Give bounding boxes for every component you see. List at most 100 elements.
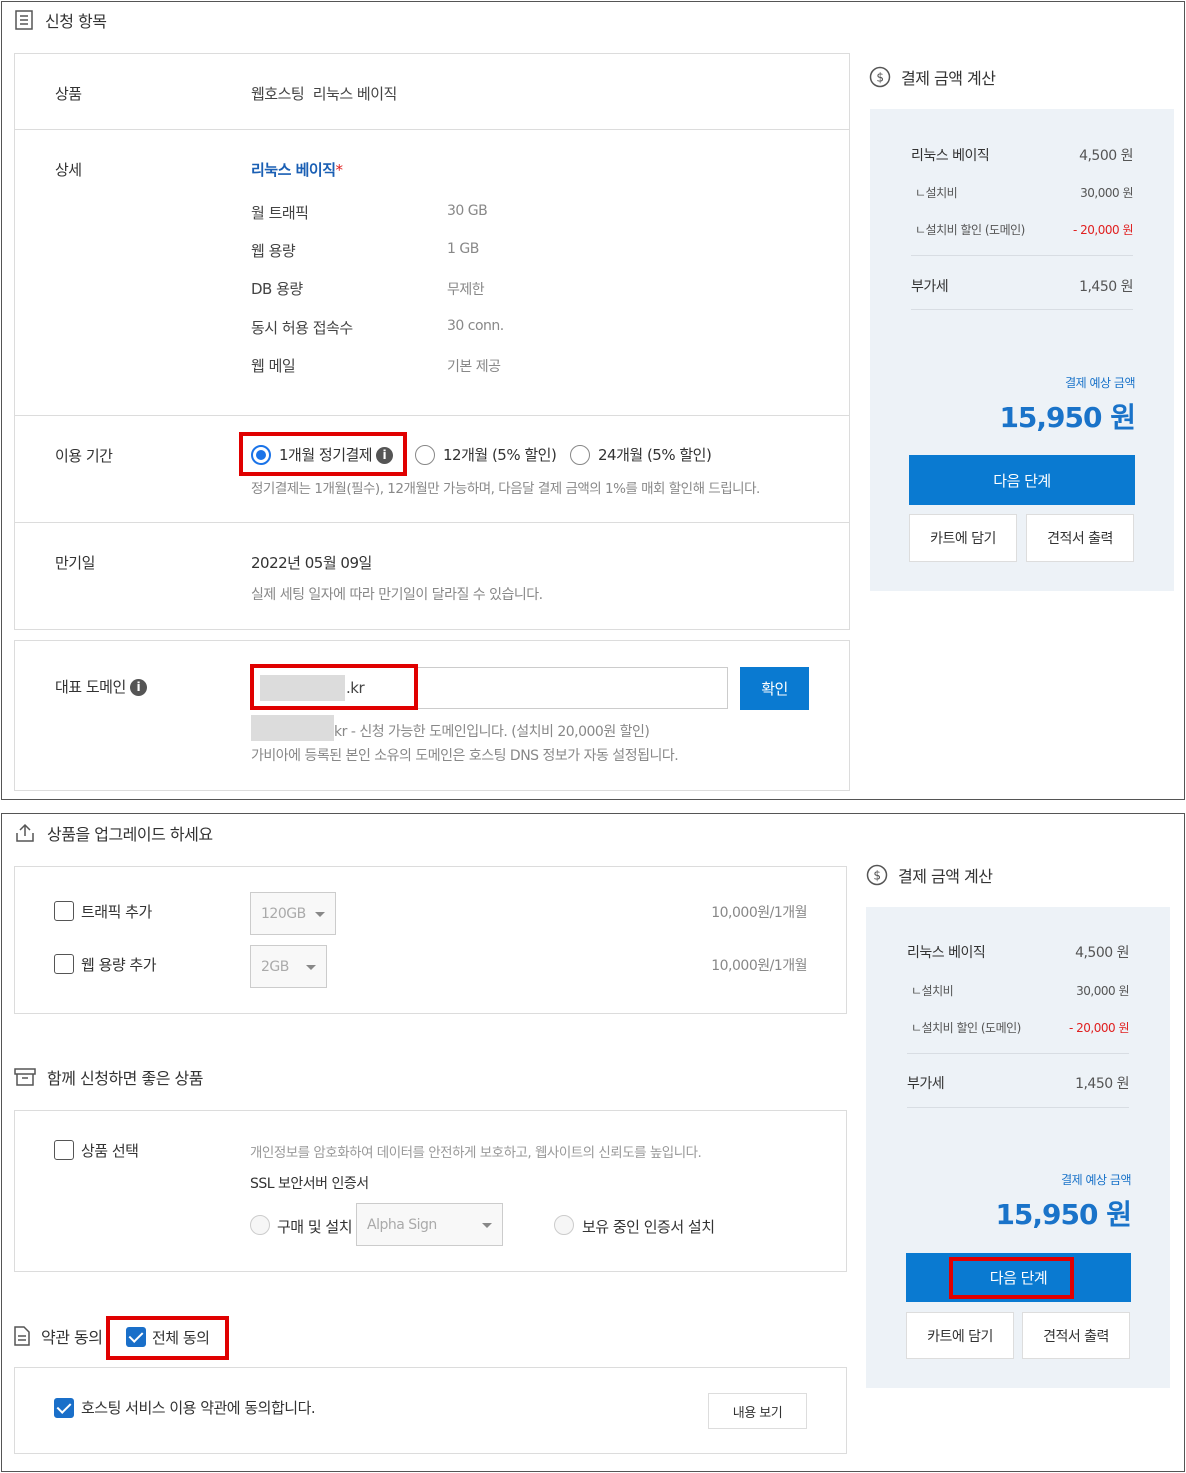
hosting-terms-label[interactable]: 호스팅 서비스 이용 약관에 동의합니다. — [81, 1397, 316, 1418]
ssl-buy-radio[interactable] — [250, 1215, 270, 1235]
ssl-title: SSL 보안서버 인증서 — [250, 1176, 369, 1192]
spec-key: DB 용량 — [251, 280, 303, 298]
spec-value: 30 conn. — [447, 318, 504, 334]
section-title: 신청 항목 — [45, 12, 107, 31]
web-capacity-price: 10,000원/1개월 — [711, 958, 807, 974]
next-step-button[interactable]: 다음 단계 — [909, 455, 1135, 505]
ssl-own-radio[interactable] — [554, 1215, 574, 1235]
web-capacity-select-value: 2GB — [261, 958, 289, 975]
calc-discount-label: ㄴ설치비 할인 (도메인) — [915, 223, 1025, 237]
archive-box-icon — [14, 1068, 36, 1086]
period-12month-radio[interactable] — [415, 445, 435, 465]
spec-value: 기본 제공 — [447, 359, 501, 375]
calc-title: 결제 금액 계산 — [898, 867, 993, 886]
calc-vat-value: 1,450 원 — [1075, 1076, 1129, 1092]
spec-key: 웹 용량 — [251, 242, 296, 260]
traffic-add-label[interactable]: 트래픽 추가 — [81, 901, 152, 922]
period-note: 정기결제는 1개월(필수), 12개월만 가능하며, 다음달 결제 금액의 1%… — [251, 481, 760, 497]
detail-title: 리눅스 베이직* — [251, 159, 343, 180]
ssl-buy-label[interactable]: 구매 및 설치 — [277, 1216, 353, 1237]
ssl-select[interactable]: Alpha Sign — [356, 1203, 503, 1246]
domain-note: 가비아에 등록된 본인 소유의 도메인은 호스팅 DNS 정보가 자동 설정됩니… — [251, 748, 679, 764]
traffic-price: 10,000원/1개월 — [711, 905, 807, 921]
ssl-description: 개인정보를 암호화하여 데이터를 안전하게 보호하고, 웹사이트의 신뢰도를 높… — [250, 1145, 702, 1161]
total-label: 결제 예상 금액 — [1065, 376, 1135, 390]
domain-label-text: 대표 도메인 — [55, 678, 126, 696]
calc-discount-label: ㄴ설치비 할인 (도메인) — [911, 1021, 1021, 1035]
web-capacity-select[interactable]: 2GB — [250, 945, 327, 988]
divider — [907, 1053, 1129, 1054]
expiry-note: 실제 세팅 일자에 따라 만기일이 달라질 수 있습니다. — [251, 587, 543, 603]
application-box — [14, 53, 850, 630]
spec-key: 웹 메일 — [251, 357, 296, 375]
print-quote-button[interactable]: 견적서 출력 — [1026, 514, 1134, 562]
dollar-icon: $ — [869, 66, 891, 88]
view-terms-button[interactable]: 내용 보기 — [708, 1393, 807, 1429]
divider — [15, 415, 849, 416]
web-capacity-add-checkbox[interactable] — [54, 954, 74, 974]
select-product-label[interactable]: 상품 선택 — [81, 1140, 139, 1161]
select-product-checkbox[interactable] — [54, 1140, 74, 1160]
detail-title-text: 리눅스 베이직 — [251, 161, 336, 179]
calc-vat-label: 부가세 — [907, 1076, 945, 1092]
calc-vat-value: 1,450 원 — [1079, 279, 1133, 295]
calc-vat-label: 부가세 — [911, 279, 949, 295]
calc-header: $ 결제 금액 계산 — [866, 863, 993, 887]
period-label: 이용 기간 — [55, 447, 113, 465]
highlight-box — [949, 1257, 1074, 1299]
traffic-select-value: 120GB — [261, 905, 306, 922]
total-value: 15,950 원 — [999, 401, 1136, 434]
together-title: 함께 신청하면 좋은 상품 — [47, 1069, 203, 1088]
highlight-box — [250, 664, 418, 710]
traffic-add-checkbox[interactable] — [54, 901, 74, 921]
calc-setup-value: 30,000 원 — [1080, 186, 1133, 200]
spec-value: 30 GB — [447, 203, 488, 219]
calc-discount-value: - 20,000 원 — [1073, 223, 1134, 237]
calc-item-value: 4,500 원 — [1075, 945, 1129, 961]
highlight-box — [239, 432, 407, 476]
redacted-domain — [251, 715, 334, 741]
list-document-icon — [15, 10, 33, 30]
spec-key: 동시 허용 접속수 — [251, 319, 353, 337]
calc-discount-value: - 20,000 원 — [1069, 1021, 1130, 1035]
divider — [907, 1107, 1129, 1108]
add-to-cart-button[interactable]: 카트에 담기 — [909, 514, 1017, 562]
calc-item-label: 리눅스 베이직 — [911, 148, 990, 164]
application-items-header: 신청 항목 — [13, 8, 107, 32]
calc-header: $ 결제 금액 계산 — [869, 65, 996, 89]
spec-value: 1 GB — [447, 241, 479, 257]
period-24month-radio[interactable] — [570, 445, 590, 465]
hosting-terms-checkbox[interactable] — [54, 1398, 74, 1418]
traffic-select[interactable]: 120GB — [250, 892, 336, 935]
spec-value: 무제한 — [447, 282, 485, 298]
calc-setup-value: 30,000 원 — [1076, 984, 1129, 998]
print-quote-button[interactable]: 견적서 출력 — [1022, 1312, 1130, 1359]
period-12month-label[interactable]: 12개월 (5% 할인) — [443, 444, 557, 465]
together-header: 함께 신청하면 좋은 상품 — [13, 1065, 203, 1089]
web-capacity-add-label[interactable]: 웹 용량 추가 — [81, 954, 157, 975]
add-to-cart-button[interactable]: 카트에 담기 — [906, 1312, 1014, 1359]
domain-note: kr - 신청 가능한 도메인입니다. (설치비 20,000원 할인) — [334, 724, 650, 740]
expiry-value: 2022년 05월 09일 — [251, 554, 372, 572]
product-value: 웹호스팅 리눅스 베이직 — [251, 85, 397, 103]
svg-text:$: $ — [873, 869, 880, 883]
ssl-own-label[interactable]: 보유 중인 인증서 설치 — [582, 1216, 715, 1237]
dollar-icon: $ — [866, 864, 888, 886]
highlight-box — [106, 1316, 229, 1360]
period-24month-label[interactable]: 24개월 (5% 할인) — [598, 444, 712, 465]
spec-key: 월 트래픽 — [251, 204, 309, 222]
terms-title: 약관 동의 — [41, 1328, 103, 1347]
ssl-select-value: Alpha Sign — [367, 1216, 437, 1233]
domain-confirm-button[interactable]: 확인 — [740, 667, 809, 710]
chevron-down-icon — [482, 1222, 492, 1228]
chevron-down-icon — [315, 911, 325, 917]
together-box — [14, 1110, 847, 1272]
info-icon[interactable]: i — [130, 679, 148, 696]
calc-setup-label: ㄴ설치비 — [915, 186, 958, 200]
divider — [911, 309, 1133, 310]
domain-label: 대표 도메인 i — [55, 676, 148, 697]
upgrade-box — [14, 866, 847, 1014]
detail-label: 상세 — [55, 161, 82, 179]
total-label: 결제 예상 금액 — [1061, 1173, 1131, 1187]
divider — [15, 129, 849, 130]
